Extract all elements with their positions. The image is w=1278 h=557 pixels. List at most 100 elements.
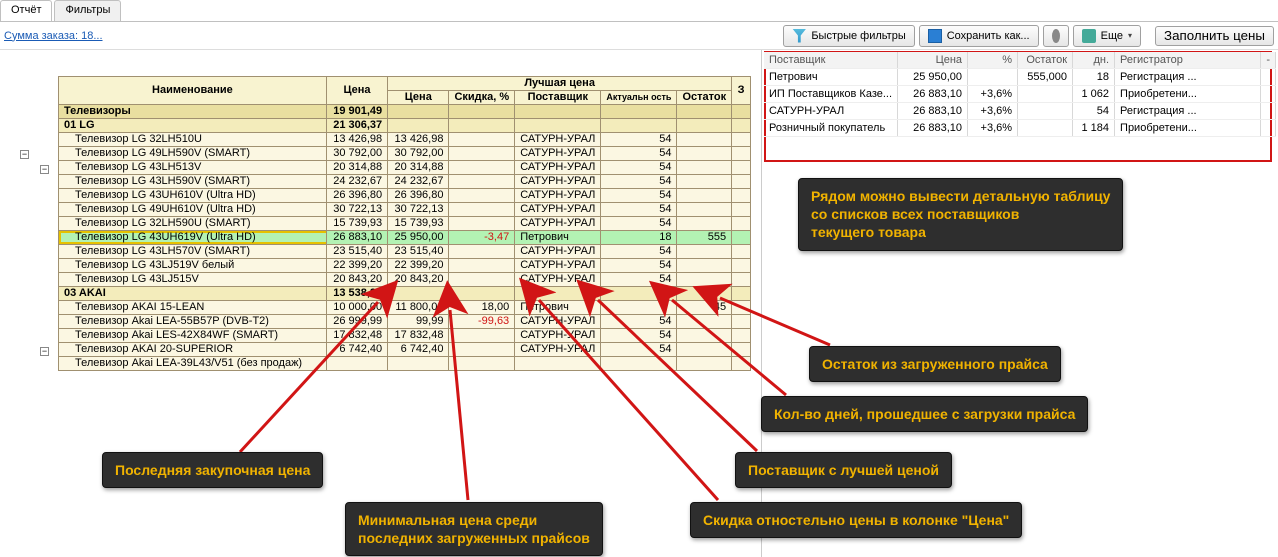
- tree-toggle[interactable]: −: [40, 165, 49, 174]
- table-row[interactable]: Телевизор LG 32LH510U13 426,9813 426,98С…: [59, 132, 751, 146]
- table-row[interactable]: Телевизор LG 43LH513V20 314,8820 314,88С…: [59, 160, 751, 174]
- cell: [677, 118, 732, 132]
- settings-button[interactable]: [1043, 25, 1069, 47]
- tab-report[interactable]: Отчёт: [0, 0, 52, 21]
- table-row[interactable]: Телевизор Akai LES-42X84WF (SMART)17 832…: [59, 328, 751, 342]
- cell: [449, 132, 515, 146]
- cell: -99,63: [449, 314, 515, 328]
- cell: [677, 244, 732, 258]
- order-sum-link[interactable]: Сумма заказа: 18...: [4, 30, 103, 42]
- sup-col-pct[interactable]: %: [968, 52, 1018, 69]
- cell: [388, 104, 449, 118]
- cell: [388, 286, 449, 300]
- cell: [449, 104, 515, 118]
- cell: 03 AKAI: [59, 286, 327, 300]
- table-row[interactable]: ИП Поставщиков Казе...26 883,10+3,6%1 06…: [764, 86, 1276, 103]
- report-table[interactable]: Наименование Цена Лучшая цена З Цена Ски…: [58, 50, 751, 371]
- cell: 13 426,98: [388, 132, 449, 146]
- cell: [732, 286, 751, 300]
- save-as-button[interactable]: Сохранить как...: [919, 25, 1039, 47]
- cell: [677, 188, 732, 202]
- cell: 17 832,48: [388, 328, 449, 342]
- save-as-label: Сохранить как...: [947, 30, 1030, 42]
- table-row[interactable]: Телевизор AKAI 15-LEAN10 000,0011 800,00…: [59, 300, 751, 314]
- cell: САТУРН-УРАЛ: [515, 216, 601, 230]
- col-buy-header[interactable]: З: [732, 76, 751, 104]
- col-price-header[interactable]: Цена: [326, 76, 387, 104]
- more-label: Еще: [1101, 30, 1123, 42]
- col-supplier-header[interactable]: Поставщик: [515, 90, 601, 104]
- sup-col-remainder[interactable]: Остаток: [1018, 52, 1073, 69]
- cell: 45: [677, 300, 732, 314]
- quick-filters-button[interactable]: Быстрые фильтры: [783, 25, 914, 47]
- cell: Телевизор Akai LEA-55B57P (DVB-T2): [59, 314, 327, 328]
- table-row[interactable]: Телевизор LG 43UH610V (Ultra HD)26 396,8…: [59, 188, 751, 202]
- sup-col-days[interactable]: дн.: [1073, 52, 1115, 69]
- cell: Телевизор Akai LEA-39L43/V51 (без продаж…: [59, 356, 327, 370]
- col-discount-header[interactable]: Скидка, %: [449, 90, 515, 104]
- table-row[interactable]: САТУРН-УРАЛ26 883,10+3,6%54Регистрация .…: [764, 103, 1276, 120]
- sup-col-registrar[interactable]: Регистратор: [1115, 52, 1261, 69]
- table-row[interactable]: 03 AKAI13 538,22: [59, 286, 751, 300]
- table-row[interactable]: 01 LG21 306,37: [59, 118, 751, 132]
- cell: [449, 160, 515, 174]
- table-row[interactable]: Телевизор AKAI 20-SUPERIOR6 742,406 742,…: [59, 342, 751, 356]
- table-row[interactable]: Телевизор Akai LEA-39L43/V51 (без продаж…: [59, 356, 751, 370]
- cell: [601, 286, 677, 300]
- table-row[interactable]: Телевизоры19 901,49: [59, 104, 751, 118]
- cell: САТУРН-УРАЛ: [515, 132, 601, 146]
- table-row[interactable]: Розничный покупатель26 883,10+3,6%1 184П…: [764, 120, 1276, 137]
- table-row[interactable]: Телевизор LG 43LH570V (SMART)23 515,4023…: [59, 244, 751, 258]
- more-button[interactable]: Еще ▾: [1073, 25, 1141, 47]
- sup-col-supplier[interactable]: Поставщик: [764, 52, 898, 69]
- col-best-price-group[interactable]: Лучшая цена: [388, 76, 732, 90]
- cell: 54: [601, 272, 677, 286]
- table-row[interactable]: Петрович25 950,00555,00018Регистрация ..…: [764, 69, 1276, 86]
- cell: [732, 202, 751, 216]
- cell: -3,47: [449, 230, 515, 244]
- cell: 54: [601, 188, 677, 202]
- cell: САТУРН-УРАЛ: [515, 272, 601, 286]
- cell: Петрович: [515, 300, 601, 314]
- table-row[interactable]: Телевизор LG 43LH590V (SMART)24 232,6724…: [59, 174, 751, 188]
- cell: +3,6%: [968, 86, 1018, 103]
- cell: 1 184: [1073, 120, 1115, 137]
- sup-col-extra[interactable]: -: [1261, 52, 1276, 69]
- cell: 555,000: [1018, 69, 1073, 86]
- table-row[interactable]: Телевизор LG 49LH590V (SMART)30 792,0030…: [59, 146, 751, 160]
- tab-filters[interactable]: Фильтры: [54, 0, 121, 21]
- cell: Приобретени...: [1115, 120, 1261, 137]
- cell: [1261, 103, 1276, 120]
- tree-toggle[interactable]: −: [40, 347, 49, 356]
- cell: [732, 216, 751, 230]
- table-row[interactable]: Телевизор LG 32LH590U (SMART)15 739,9315…: [59, 216, 751, 230]
- table-row[interactable]: Телевизор LG 49UH610V (Ultra HD)30 722,1…: [59, 202, 751, 216]
- col-remainder-header[interactable]: Остаток: [677, 90, 732, 104]
- table-row[interactable]: Телевизор Akai LEA-55B57P (DVB-T2)26 999…: [59, 314, 751, 328]
- col-actuality-header[interactable]: Актуальн ость: [601, 90, 677, 104]
- toolbar: Сумма заказа: 18... Быстрые фильтры Сохр…: [0, 22, 1278, 50]
- cell: САТУРН-УРАЛ: [515, 160, 601, 174]
- cell: САТУРН-УРАЛ: [515, 174, 601, 188]
- fill-prices-button[interactable]: Заполнить цены: [1155, 26, 1274, 46]
- cell: 20 843,20: [388, 272, 449, 286]
- col-bprice-header[interactable]: Цена: [388, 90, 449, 104]
- cell: [677, 202, 732, 216]
- cell: [732, 118, 751, 132]
- callout-supplier: Поставщик с лучшей ценой: [735, 452, 952, 488]
- tabs-bar: Отчёт Фильтры: [0, 0, 1278, 22]
- col-name-header[interactable]: Наименование: [59, 76, 327, 104]
- table-row[interactable]: Телевизор LG 43UH619V (Ultra HD)26 883,1…: [59, 230, 751, 244]
- cell: [515, 356, 601, 370]
- table-row[interactable]: Телевизор LG 43LJ519V белый22 399,2022 3…: [59, 258, 751, 272]
- tree-toggle[interactable]: −: [20, 150, 29, 159]
- cell: 54: [601, 244, 677, 258]
- table-row[interactable]: Телевизор LG 43LJ515V20 843,2020 843,20С…: [59, 272, 751, 286]
- sup-col-price[interactable]: Цена: [898, 52, 968, 69]
- suppliers-table[interactable]: Поставщик Цена % Остаток дн. Регистратор…: [764, 52, 1276, 137]
- cell: 26 883,10: [898, 120, 968, 137]
- cell: Телевизор LG 49UH610V (Ultra HD): [59, 202, 327, 216]
- cell: [677, 314, 732, 328]
- cell: [449, 342, 515, 356]
- cell: САТУРН-УРАЛ: [515, 202, 601, 216]
